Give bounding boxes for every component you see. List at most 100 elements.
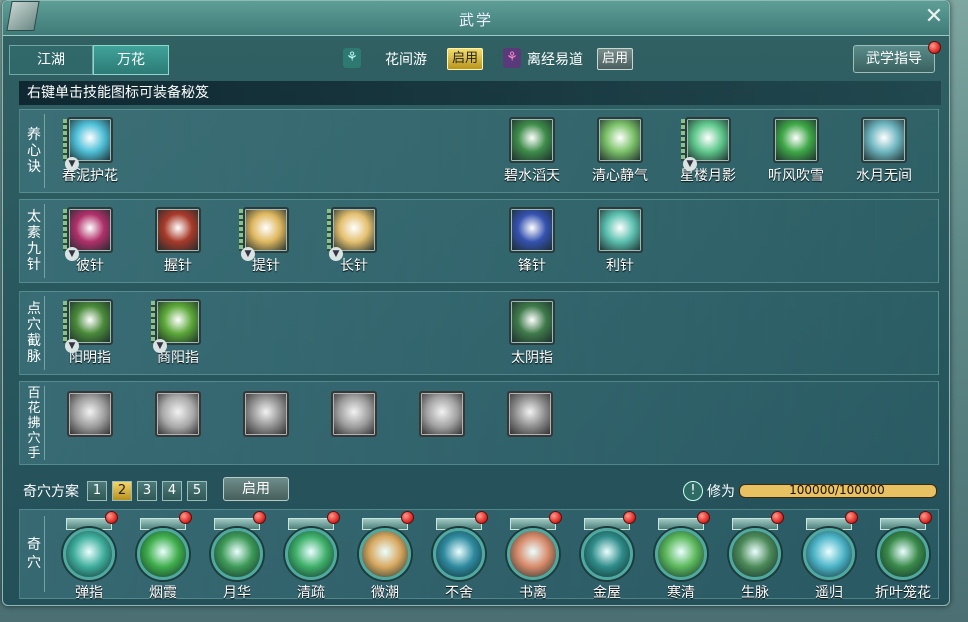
qixue-shuli[interactable]: 书离	[496, 510, 570, 602]
dropdown-icon[interactable]: ▼	[153, 339, 167, 353]
wave-icon[interactable]	[331, 391, 377, 437]
shuiyuewujian-icon[interactable]	[861, 117, 907, 163]
skill-lizhen[interactable]: 利针	[585, 207, 655, 275]
wind-icon[interactable]	[243, 391, 289, 437]
shuli-icon[interactable]	[507, 528, 559, 580]
skill-bishuitaotian[interactable]: 碧水滔天	[497, 117, 567, 185]
skill-name: 碧水滔天	[504, 168, 560, 184]
ring-icon[interactable]	[155, 391, 201, 437]
skill-baihua-6[interactable]	[495, 391, 565, 437]
qixue-zheyelonghua[interactable]: 折叶笼花	[866, 510, 940, 602]
mist-icon[interactable]	[507, 391, 553, 437]
hanqing-icon[interactable]	[655, 528, 707, 580]
skill-baihua-2[interactable]	[143, 391, 213, 437]
chunnihuhua-icon[interactable]: ▼	[63, 117, 113, 171]
qixue-jinwu[interactable]: 金屋	[570, 510, 644, 602]
skill-baihua-3[interactable]	[231, 391, 301, 437]
dropdown-icon[interactable]: ▼	[683, 157, 697, 171]
row-label: 奇穴	[24, 516, 45, 592]
shangyangzhi-icon[interactable]: ▼	[151, 299, 201, 353]
qixue-yaogui[interactable]: 遥归	[792, 510, 866, 602]
skill-yangmingzhi[interactable]: ▼ 阳明指	[55, 299, 125, 367]
skill-wozhen[interactable]: 握针	[143, 207, 213, 275]
yanxia-icon[interactable]	[137, 528, 189, 580]
equip-hint: 右键单击技能图标可装备秘笈	[19, 81, 941, 105]
skill-taiyinzhi[interactable]: 太阴指	[497, 299, 567, 367]
level-bars	[239, 209, 243, 251]
taiyinzhi-icon[interactable]	[509, 299, 555, 345]
tingfengchuixue-icon[interactable]	[773, 117, 819, 163]
qixue-bushe[interactable]: 不舍	[422, 510, 496, 602]
plan-1-button[interactable]: 1	[87, 481, 107, 501]
tanzhi-icon[interactable]	[63, 528, 115, 580]
qixue-weichao[interactable]: 微潮	[348, 510, 422, 602]
qixue-yuehua[interactable]: 月华	[200, 510, 274, 602]
tab-wanhua[interactable]: 万花	[93, 45, 169, 75]
qixue-yanxia[interactable]: 烟霞	[126, 510, 200, 602]
qixue-tanzhi[interactable]: 弹指	[52, 510, 126, 602]
plan-3-button[interactable]: 3	[137, 481, 157, 501]
wozhen-icon[interactable]	[155, 207, 201, 253]
lijingyidao-icon: ⚘	[503, 48, 521, 68]
info-icon[interactable]: !	[683, 481, 703, 501]
qixue-shengmai[interactable]: 生脉	[718, 510, 792, 602]
yuehua-icon[interactable]	[211, 528, 263, 580]
dropdown-icon[interactable]: ▼	[65, 339, 79, 353]
xinglouyueying-icon[interactable]: ▼	[681, 117, 731, 171]
fengzhen-icon[interactable]	[509, 207, 555, 253]
plan-5-button[interactable]: 5	[187, 481, 207, 501]
plan-4-button[interactable]: 4	[162, 481, 182, 501]
skill-baihua-1[interactable]	[55, 391, 125, 437]
skill-tingfengchuixue[interactable]: 听风吹雪	[761, 117, 831, 185]
skill-bizhen[interactable]: ▼ 彼针	[55, 207, 125, 275]
martial-guide-button[interactable]: 武学指导	[853, 45, 935, 73]
skill-tizhen[interactable]: ▼ 提针	[231, 207, 301, 275]
skill-qingxinjingqi[interactable]: 清心静气	[585, 117, 655, 185]
qingxinjingqi-icon[interactable]	[597, 117, 643, 163]
tab-jianghu[interactable]: 江湖	[9, 45, 93, 75]
tab-bar: 江湖 万花 ⚘ 花间游 启用 ⚘ 离经易道 启用 武学指导	[9, 41, 943, 75]
dropdown-icon[interactable]: ▼	[65, 157, 79, 171]
qixue-hanqing[interactable]: 寒清	[644, 510, 718, 602]
changzhen-icon[interactable]: ▼	[327, 207, 377, 261]
dropdown-icon[interactable]: ▼	[241, 247, 255, 261]
skill-baihua-5[interactable]	[407, 391, 477, 437]
level-bars	[681, 119, 685, 161]
enable-lijingyidao-button[interactable]: 启用	[597, 48, 634, 70]
notification-dot	[105, 511, 118, 524]
bishuitaotian-icon[interactable]	[509, 117, 555, 163]
level-bars	[327, 209, 331, 251]
zheyelonghua-icon[interactable]	[877, 528, 929, 580]
row-label: 养心诀	[24, 114, 45, 188]
skill-shangyangzhi[interactable]: ▼ 商阳指	[143, 299, 213, 367]
bushe-icon[interactable]	[433, 528, 485, 580]
close-icon[interactable]: ✕	[923, 6, 945, 29]
skill-xinglouyueying[interactable]: ▼ 星楼月影	[673, 117, 743, 185]
qixue-qingshu[interactable]: 清疏	[274, 510, 348, 602]
bizhen-icon[interactable]: ▼	[63, 207, 113, 261]
dropdown-icon[interactable]: ▼	[329, 247, 343, 261]
lizhen-icon[interactable]	[597, 207, 643, 253]
skill-changzhen[interactable]: ▼ 长针	[319, 207, 389, 275]
skill-shuiyuewujian[interactable]: 水月无间	[849, 117, 919, 185]
yangmingzhi-icon[interactable]: ▼	[63, 299, 113, 353]
burst-icon[interactable]	[419, 391, 465, 437]
enable-huajianyou-button[interactable]: 启用	[447, 48, 484, 70]
weichao-icon[interactable]	[359, 528, 411, 580]
shengmai-icon[interactable]	[729, 528, 781, 580]
level-bars	[63, 209, 67, 251]
skill-fengzhen[interactable]: 锋针	[497, 207, 567, 275]
plan-2-button[interactable]: 2	[112, 481, 132, 501]
jinwu-icon[interactable]	[581, 528, 633, 580]
qixue-name: 不舍	[445, 585, 473, 601]
dropdown-icon[interactable]: ▼	[65, 247, 79, 261]
notification-dot	[401, 511, 414, 524]
tizhen-icon[interactable]: ▼	[239, 207, 289, 261]
swirl-icon[interactable]	[67, 391, 113, 437]
qingshu-icon[interactable]	[285, 528, 337, 580]
plan-enable-button[interactable]: 启用	[223, 477, 289, 501]
skill-baihua-4[interactable]	[319, 391, 389, 437]
title-bar[interactable]: 武学 ✕	[3, 1, 949, 36]
yaogui-icon[interactable]	[803, 528, 855, 580]
skill-chunnihuhua[interactable]: ▼ 春泥护花	[55, 117, 125, 185]
